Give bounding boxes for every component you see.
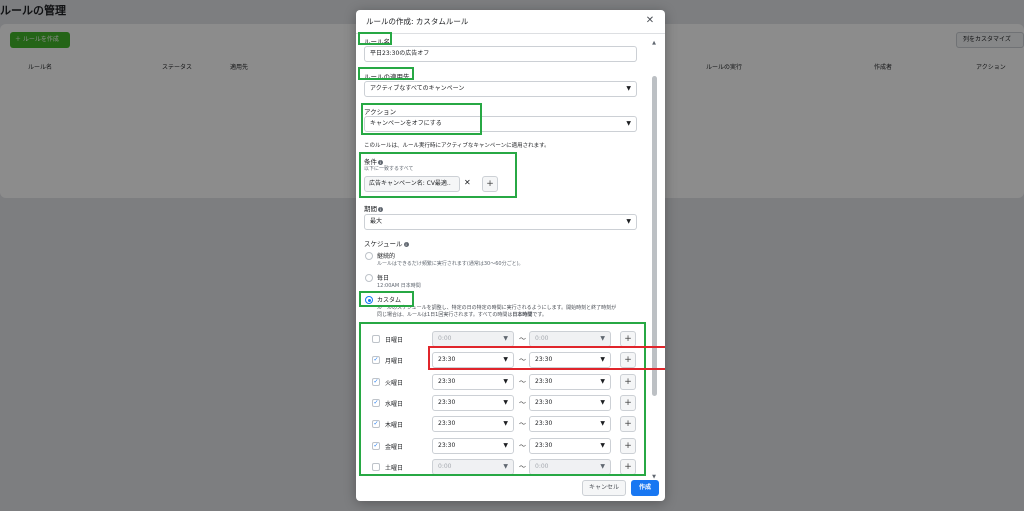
highlight-action [361, 103, 482, 135]
dialog-title: ルールの作成: カスタムルール [366, 17, 469, 26]
schedule-custom-desc-2b: 日本時間 [512, 312, 533, 318]
apply-to-select[interactable]: アクティブなすべてのキャンペーン ▼ [364, 81, 637, 97]
schedule-label: スケジュール i [364, 238, 409, 248]
apply-to-value: アクティブなすべてのキャンペーン [370, 85, 465, 92]
caret-down-icon: ▼ [626, 120, 631, 127]
highlight-rule-name [358, 32, 392, 45]
duration-value: 最大 [370, 218, 383, 225]
schedule-continuous-label[interactable]: 継続的 [377, 251, 395, 260]
schedule-custom-desc-2c: です。 [532, 312, 547, 318]
duration-label: 期間 i [364, 203, 383, 213]
caret-down-icon: ▼ [626, 85, 631, 92]
schedule-daily-radio[interactable] [365, 274, 373, 282]
info-icon[interactable]: i [403, 241, 409, 247]
schedule-daily-label[interactable]: 毎日 [377, 273, 389, 282]
highlight-apply-to [358, 67, 414, 80]
cancel-button[interactable]: キャンセル [582, 480, 626, 496]
close-icon[interactable]: ✕ [643, 14, 657, 28]
duration-select[interactable]: 最大 ▼ [364, 214, 637, 230]
schedule-custom-desc-2a: 同じ場合は、ルールは1日1回実行されます。すべての時間は [377, 312, 513, 318]
schedule-continuous-desc: ルールはできるだけ頻繁に実行されます(通常は30〜60分ごと)。 [377, 261, 524, 267]
scroll-up-icon[interactable]: ▲ [651, 40, 657, 46]
action-note: このルールは、ルール実行時にアクティブなキャンペーンに適用されます。 [364, 143, 550, 149]
create-rule-dialog: ルールの作成: カスタムルール ✕ ▲ ▼ ルール名 平日23:30の広告オフ … [356, 10, 665, 501]
schedule-label-text: スケジュール [364, 240, 403, 248]
caret-down-icon: ▼ [626, 218, 631, 225]
schedule-custom-desc-2: 同じ場合は、ルールは1日1回実行されます。すべての時間は日本時間です。 [377, 311, 547, 318]
highlight-monday [428, 346, 665, 370]
create-button[interactable]: 作成 [631, 480, 659, 496]
info-icon[interactable]: i [378, 206, 383, 212]
schedule-daily-desc: 12:00AM 日本時間 [377, 283, 421, 289]
highlight-conditions [359, 152, 517, 198]
dialog-header: ルールの作成: カスタムルール ✕ [356, 10, 665, 34]
schedule-continuous-radio[interactable] [365, 252, 373, 260]
duration-label-text: 期間 [364, 205, 377, 213]
highlight-custom [359, 291, 414, 307]
scrollbar[interactable]: ▲ ▼ [651, 40, 657, 480]
rule-name-input[interactable]: 平日23:30の広告オフ [364, 46, 637, 62]
